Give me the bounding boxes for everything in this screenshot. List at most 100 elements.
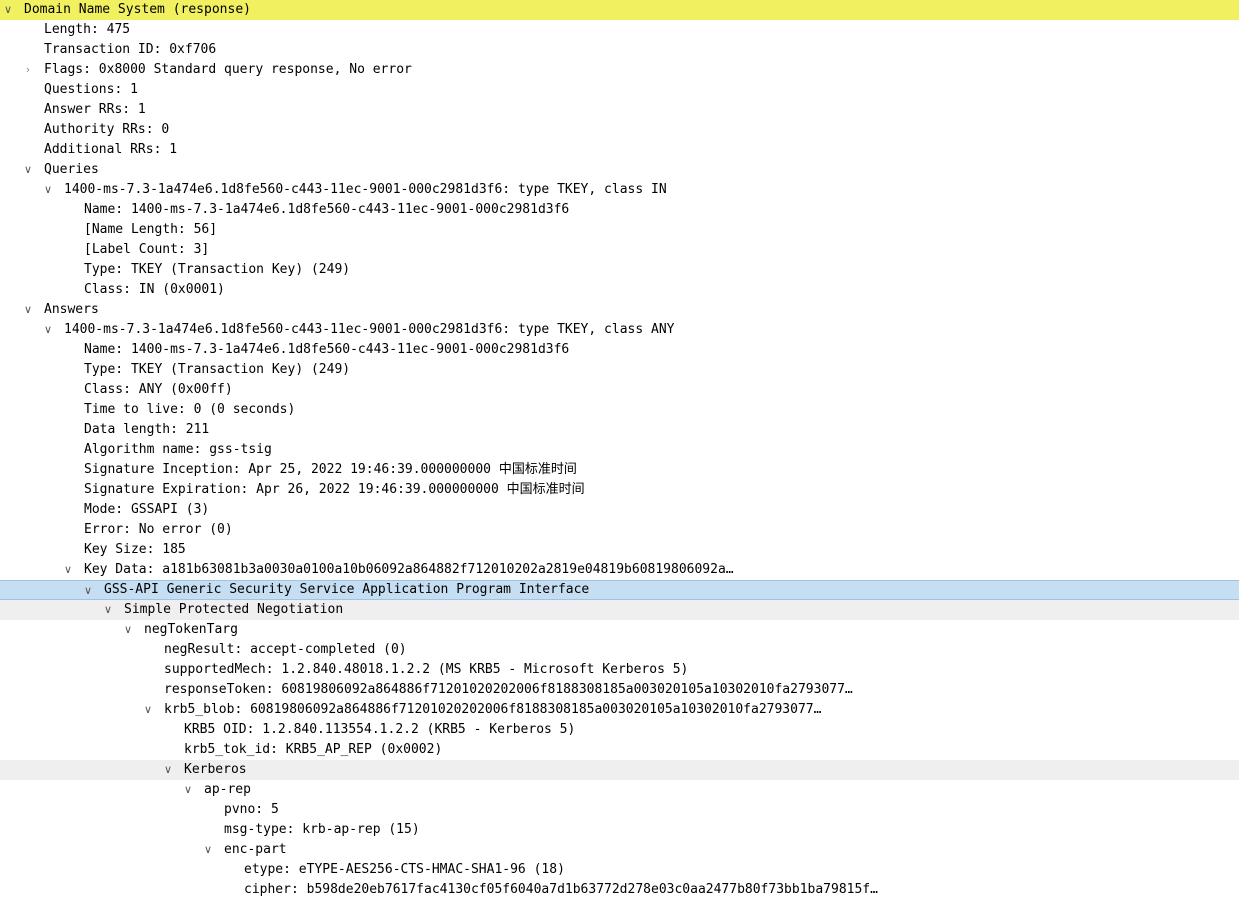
tree-row-label: Flags: 0x8000 Standard query response, N… xyxy=(44,62,412,77)
chevron-down-icon[interactable]: ∨ xyxy=(121,620,135,640)
tree-row-label: Domain Name System (response) xyxy=(24,2,251,17)
tree-row[interactable]: msg-type: krb-ap-rep (15) xyxy=(0,820,1239,840)
tree-row[interactable]: › Flags: 0x8000 Standard query response, … xyxy=(0,60,1239,80)
tree-row[interactable]: ∨ ap-rep xyxy=(0,780,1239,800)
chevron-down-icon[interactable]: ∨ xyxy=(61,560,75,580)
tree-row[interactable]: ∨ Answers xyxy=(0,300,1239,320)
tree-row-label: cipher: b598de20eb7617fac4130cf05f6040a7… xyxy=(244,882,878,897)
tree-row[interactable]: ∨ negTokenTarg xyxy=(0,620,1239,640)
tree-row-label: Transaction ID: 0xf706 xyxy=(44,42,217,57)
tree-row-label: responseToken: 60819806092a864886f712010… xyxy=(164,682,853,697)
tree-row[interactable]: [Name Length: 56] xyxy=(0,220,1239,240)
tree-row-label: [Label Count: 3] xyxy=(84,242,210,257)
tree-row-label: krb5_tok_id: KRB5_AP_REP (0x0002) xyxy=(184,742,443,757)
tree-row[interactable]: [Label Count: 3] xyxy=(0,240,1239,260)
tree-row-label: Simple Protected Negotiation xyxy=(124,602,344,617)
tree-row-label: Data length: 211 xyxy=(84,422,210,437)
chevron-down-icon[interactable]: ∨ xyxy=(181,780,195,800)
tree-row[interactable]: Key Size: 185 xyxy=(0,540,1239,560)
tree-row[interactable]: krb5_tok_id: KRB5_AP_REP (0x0002) xyxy=(0,740,1239,760)
tree-row[interactable]: Type: TKEY (Transaction Key) (249) xyxy=(0,260,1239,280)
tree-row-label: msg-type: krb-ap-rep (15) xyxy=(224,822,420,837)
chevron-down-icon[interactable]: ∨ xyxy=(41,320,55,340)
tree-row[interactable]: Type: TKEY (Transaction Key) (249) xyxy=(0,360,1239,380)
tree-row[interactable]: ∨ Key Data: a181b63081b3a0030a0100a10b060… xyxy=(0,560,1239,580)
chevron-down-icon[interactable]: ∨ xyxy=(161,760,175,780)
tree-row-label: Name: 1400-ms-7.3-1a474e6.1d8fe560-c443-… xyxy=(84,202,570,217)
tree-row-label: Answers xyxy=(44,302,99,317)
tree-row[interactable]: Questions: 1 xyxy=(0,80,1239,100)
tree-row-label: [Name Length: 56] xyxy=(84,222,218,237)
tree-row[interactable]: ∨ Simple Protected Negotiation xyxy=(0,600,1239,620)
tree-row[interactable]: Error: No error (0) xyxy=(0,520,1239,540)
tree-row-label: pvno: 5 xyxy=(224,802,279,817)
tree-row-label: Length: 475 xyxy=(44,22,131,37)
tree-row[interactable]: etype: eTYPE-AES256-CTS-HMAC-SHA1-96 (18… xyxy=(0,860,1239,880)
tree-row-label: Error: No error (0) xyxy=(84,522,233,537)
tree-row[interactable]: ∨ Kerberos xyxy=(0,760,1239,780)
tree-row[interactable]: Class: ANY (0x00ff) xyxy=(0,380,1239,400)
packet-details-tree: ∨ Domain Name System (response) Length: 47… xyxy=(0,0,1239,903)
tree-row[interactable]: cipher: b598de20eb7617fac4130cf05f6040a7… xyxy=(0,880,1239,900)
tree-row[interactable]: Answer RRs: 1 xyxy=(0,100,1239,120)
tree-row-label: Type: TKEY (Transaction Key) (249) xyxy=(84,262,351,277)
tree-row[interactable]: Name: 1400-ms-7.3-1a474e6.1d8fe560-c443-… xyxy=(0,200,1239,220)
tree-row[interactable]: ∨ enc-part xyxy=(0,840,1239,860)
tree-row[interactable]: pvno: 5 xyxy=(0,800,1239,820)
tree-row-label: enc-part xyxy=(224,842,287,857)
tree-row[interactable]: ∨ GSS-API Generic Security Service Applic… xyxy=(0,580,1239,600)
tree-row[interactable]: Length: 475 xyxy=(0,20,1239,40)
chevron-down-icon[interactable]: ∨ xyxy=(41,180,55,200)
tree-row-label: Type: TKEY (Transaction Key) (249) xyxy=(84,362,351,377)
tree-row-label: Key Data: a181b63081b3a0030a0100a10b0609… xyxy=(84,562,734,577)
tree-row[interactable]: Algorithm name: gss-tsig xyxy=(0,440,1239,460)
tree-row[interactable]: Data length: 211 xyxy=(0,420,1239,440)
tree-row[interactable]: Signature Expiration: Apr 26, 2022 19:46… xyxy=(0,480,1239,500)
tree-row[interactable]: Transaction ID: 0xf706 xyxy=(0,40,1239,60)
tree-row[interactable]: ∨ 1400-ms-7.3-1a474e6.1d8fe560-c443-11ec-… xyxy=(0,180,1239,200)
tree-row-label: ap-rep xyxy=(204,782,251,797)
tree-row-label: Kerberos xyxy=(184,762,247,777)
tree-row[interactable]: negResult: accept-completed (0) xyxy=(0,640,1239,660)
tree-row-label: Additional RRs: 1 xyxy=(44,142,178,157)
tree-row[interactable]: ∨ 1400-ms-7.3-1a474e6.1d8fe560-c443-11ec-… xyxy=(0,320,1239,340)
tree-row[interactable]: Additional RRs: 1 xyxy=(0,140,1239,160)
chevron-down-icon[interactable]: ∨ xyxy=(81,581,95,599)
tree-row-label: krb5_blob: 60819806092a864886f7120102020… xyxy=(164,702,822,717)
chevron-down-icon[interactable]: ∨ xyxy=(201,840,215,860)
tree-row[interactable]: KRB5 OID: 1.2.840.113554.1.2.2 (KRB5 - K… xyxy=(0,720,1239,740)
tree-row[interactable]: responseToken: 60819806092a864886f712010… xyxy=(0,680,1239,700)
tree-row-label: etype: eTYPE-AES256-CTS-HMAC-SHA1-96 (18… xyxy=(244,862,565,877)
tree-row-label: Signature Inception: Apr 25, 2022 19:46:… xyxy=(84,462,577,477)
chevron-down-icon[interactable]: ∨ xyxy=(141,700,155,720)
tree-row-label: supportedMech: 1.2.840.48018.1.2.2 (MS K… xyxy=(164,662,689,677)
tree-row[interactable]: Name: 1400-ms-7.3-1a474e6.1d8fe560-c443-… xyxy=(0,340,1239,360)
tree-row-label: Signature Expiration: Apr 26, 2022 19:46… xyxy=(84,482,585,497)
chevron-down-icon[interactable]: ∨ xyxy=(101,600,115,620)
tree-row[interactable]: Signature Inception: Apr 25, 2022 19:46:… xyxy=(0,460,1239,480)
tree-row-label: Key Size: 185 xyxy=(84,542,186,557)
chevron-down-icon[interactable]: ∨ xyxy=(21,160,35,180)
chevron-down-icon[interactable]: ∨ xyxy=(21,300,35,320)
tree-row[interactable]: Time to live: 0 (0 seconds) xyxy=(0,400,1239,420)
tree-row[interactable]: Authority RRs: 0 xyxy=(0,120,1239,140)
tree-row-label: negResult: accept-completed (0) xyxy=(164,642,407,657)
tree-row[interactable]: Class: IN (0x0001) xyxy=(0,280,1239,300)
tree-row[interactable]: supportedMech: 1.2.840.48018.1.2.2 (MS K… xyxy=(0,660,1239,680)
tree-row-label: Queries xyxy=(44,162,99,177)
tree-row-label: Class: ANY (0x00ff) xyxy=(84,382,233,397)
tree-row-label: 1400-ms-7.3-1a474e6.1d8fe560-c443-11ec-9… xyxy=(64,322,675,337)
tree-row[interactable]: ∨ Queries xyxy=(0,160,1239,180)
tree-row-label: Answer RRs: 1 xyxy=(44,102,146,117)
tree-row-label: Name: 1400-ms-7.3-1a474e6.1d8fe560-c443-… xyxy=(84,342,570,357)
chevron-down-icon[interactable]: ∨ xyxy=(1,0,15,20)
tree-row-label: KRB5 OID: 1.2.840.113554.1.2.2 (KRB5 - K… xyxy=(184,722,576,737)
tree-row-label: negTokenTarg xyxy=(144,622,238,637)
tree-row-label: GSS-API Generic Security Service Applica… xyxy=(104,582,590,597)
tree-row-label: Questions: 1 xyxy=(44,82,138,97)
tree-row-label: Authority RRs: 0 xyxy=(44,122,170,137)
chevron-right-icon[interactable]: › xyxy=(21,60,35,80)
tree-row[interactable]: ∨ Domain Name System (response) xyxy=(0,0,1239,20)
tree-row[interactable]: Mode: GSSAPI (3) xyxy=(0,500,1239,520)
tree-row[interactable]: ∨ krb5_blob: 60819806092a864886f712010202… xyxy=(0,700,1239,720)
